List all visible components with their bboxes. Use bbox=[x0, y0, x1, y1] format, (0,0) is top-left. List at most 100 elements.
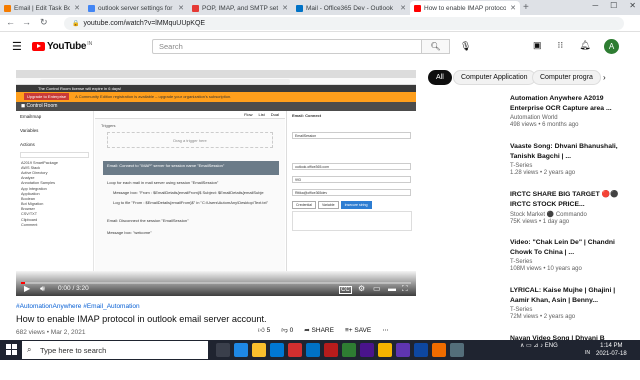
like-button[interactable]: 👍︎ 5 bbox=[258, 326, 270, 334]
apps-grid-icon[interactable]: ⁝⁝ bbox=[558, 40, 564, 51]
chip-computer-application[interactable]: Computer Application bbox=[453, 70, 536, 85]
recommendation-item[interactable]: Vaaste Song: Dhvani Bhanushali, Tanishk … bbox=[429, 142, 629, 188]
forward-icon[interactable]: → bbox=[22, 17, 31, 27]
teams-icon[interactable] bbox=[396, 343, 410, 357]
chevron-right-icon[interactable]: › bbox=[603, 73, 606, 82]
reload-icon[interactable]: ↻ bbox=[40, 17, 48, 28]
taskbar-apps bbox=[216, 343, 464, 357]
recommendation-info: LYRICAL: Kaise Mujhe | Ghajini | Aamir K… bbox=[510, 286, 629, 320]
flow-step-message: Message box: "From : $EmailDetails{email… bbox=[113, 190, 264, 195]
app-icon[interactable] bbox=[432, 343, 446, 357]
avatar[interactable]: A bbox=[604, 39, 619, 54]
share-icon: ➦ bbox=[304, 327, 310, 334]
thumbs-down-icon: 👎︎ bbox=[281, 327, 288, 334]
properties-title: Email: Connect bbox=[292, 113, 322, 118]
powerpoint-icon[interactable] bbox=[324, 343, 338, 357]
actions-panel: EmailImap Variables Actions A2019 SmartP… bbox=[16, 111, 94, 271]
recommendation-channel[interactable]: T-Series bbox=[510, 259, 629, 265]
tray-icons[interactable]: ∧ ▭ ⊿ ♪ ENG bbox=[520, 342, 558, 349]
search-input[interactable]: Search bbox=[152, 39, 422, 54]
youtube-logo[interactable]: YouTube IN bbox=[32, 41, 92, 52]
browser-tab-5-active[interactable]: How to enable IMAP protocol in c✕ bbox=[410, 1, 520, 15]
video-hashtags[interactable]: #AutomationAnywhere #Email_Automation bbox=[16, 303, 416, 310]
windows-taskbar: ⌕ Type here to search ∧ ▭ ⊿ ♪ ENG 1:14 PM… bbox=[0, 340, 640, 360]
close-tab-icon[interactable]: ✕ bbox=[282, 4, 288, 12]
excel-icon[interactable] bbox=[342, 343, 356, 357]
video-info: #AutomationAnywhere #Email_Automation Ho… bbox=[16, 303, 416, 324]
recommendation-item[interactable]: Video: "Chak Lein De" | Chandni Chowk To… bbox=[429, 238, 629, 284]
hamburger-menu-icon[interactable]: ☰ bbox=[12, 40, 22, 53]
edge-icon[interactable] bbox=[234, 343, 248, 357]
progress-bar[interactable] bbox=[21, 282, 411, 284]
captions-icon[interactable]: CC bbox=[339, 286, 352, 294]
task-name: EmailImap bbox=[20, 114, 42, 119]
onenote-icon[interactable] bbox=[360, 343, 374, 357]
url-input[interactable]: 🔒 youtube.com/watch?v=lMMquUUpKQE bbox=[64, 17, 624, 30]
share-button[interactable]: ➦ SHARE bbox=[304, 326, 334, 334]
video-player[interactable]: The Control Room license will expire in … bbox=[16, 70, 416, 296]
word-icon[interactable] bbox=[414, 343, 428, 357]
recommendation-channel[interactable]: Automation World bbox=[510, 115, 629, 121]
recommendation-item[interactable]: Automation Anywhere A2019 Enterprise OCR… bbox=[429, 94, 629, 140]
close-window-icon[interactable]: ✕ bbox=[629, 1, 636, 10]
recommendation-item[interactable]: LYRICAL: Kaise Mujhe | Ghajini | Aamir K… bbox=[429, 286, 629, 332]
app-icon[interactable] bbox=[450, 343, 464, 357]
save-label: SAVE bbox=[354, 326, 372, 334]
recommendation-channel[interactable]: T-Series bbox=[510, 307, 629, 313]
recommendation-title[interactable]: Automation Anywhere A2019 Enterprise OCR… bbox=[510, 94, 629, 114]
minimize-icon[interactable]: ─ bbox=[592, 1, 598, 10]
close-tab-icon[interactable]: ✕ bbox=[74, 4, 80, 12]
share-label: SHARE bbox=[311, 327, 334, 334]
recommendation-title[interactable]: IRCTC SHARE BIG TARGET 🔴⚫ IRCTC STOCK PR… bbox=[510, 190, 629, 210]
chip-all[interactable]: All bbox=[428, 70, 452, 85]
task-view-icon[interactable] bbox=[216, 343, 230, 357]
browser-tab-1[interactable]: Email | Edit Task Bot | Control R✕ bbox=[0, 1, 84, 15]
new-tab-button[interactable]: + bbox=[523, 2, 529, 13]
chrome-icon[interactable] bbox=[378, 343, 392, 357]
office-icon[interactable] bbox=[288, 343, 302, 357]
flow-step-log: Log to file "From : $EmailDetails{emailF… bbox=[113, 200, 269, 205]
player-controls: ▶ 🔊︎ 0:00 / 3:20 CC ⚙ ▭ ▬ ⛶ bbox=[16, 271, 416, 296]
port-field: 993 bbox=[292, 176, 411, 183]
close-tab-icon[interactable]: ✕ bbox=[178, 4, 184, 12]
create-video-icon[interactable]: ▣ bbox=[533, 40, 542, 51]
back-icon[interactable]: ← bbox=[6, 17, 15, 27]
outlook-icon[interactable] bbox=[306, 343, 320, 357]
trigger-dropzone: Drag a trigger here bbox=[107, 132, 273, 148]
recommendation-item[interactable]: IRCTC SHARE BIG TARGET 🔴⚫ IRCTC STOCK PR… bbox=[429, 190, 629, 236]
settings-gear-icon[interactable]: ⚙ bbox=[358, 284, 365, 293]
volume-icon[interactable]: 🔊︎ bbox=[40, 284, 45, 294]
recommendation-channel[interactable]: T-Series bbox=[510, 163, 629, 169]
credential-type-buttons: Credential Variable Insecure string bbox=[292, 201, 372, 209]
dislike-button[interactable]: 👎︎ 0 bbox=[281, 326, 293, 334]
microphone-icon[interactable]: 🎙︎ bbox=[460, 41, 471, 52]
store-icon[interactable] bbox=[270, 343, 284, 357]
browser-tab-2[interactable]: outlook server settings for IMA ✕ bbox=[84, 1, 188, 15]
search-button[interactable]: 🔍︎ bbox=[422, 39, 450, 54]
maximize-icon[interactable]: ☐ bbox=[610, 1, 617, 10]
notifications-bell-icon[interactable]: 🔔︎ bbox=[579, 40, 590, 51]
recommendation-channel[interactable]: Stock Market ⚫ Commando bbox=[510, 211, 629, 218]
search-placeholder: Search bbox=[159, 42, 183, 51]
windows-start-icon[interactable] bbox=[6, 344, 18, 356]
file-explorer-icon[interactable] bbox=[252, 343, 266, 357]
browser-tab-3[interactable]: POP, IMAP, and SMTP settings fo ✕ bbox=[188, 1, 292, 15]
close-tab-icon[interactable]: ✕ bbox=[400, 4, 406, 12]
miniplayer-icon[interactable]: ▭ bbox=[373, 284, 381, 293]
fullscreen-icon[interactable]: ⛶ bbox=[402, 284, 408, 294]
taskbar-search-input[interactable]: ⌕ Type here to search bbox=[22, 341, 208, 359]
url-text: youtube.com/watch?v=lMMquUUpKQE bbox=[83, 20, 206, 27]
theater-mode-icon[interactable]: ▬ bbox=[388, 284, 396, 293]
browser-tab-4[interactable]: Mail - Office365 Dev - Outlook ✕ bbox=[292, 1, 410, 15]
save-button[interactable]: ≡+ SAVE bbox=[345, 327, 371, 334]
play-icon[interactable]: ▶ bbox=[24, 284, 30, 293]
variable-btn: Variable bbox=[317, 201, 339, 209]
chip-computer-programming[interactable]: Computer progra bbox=[532, 70, 601, 85]
close-tab-icon[interactable]: ✕ bbox=[510, 4, 516, 12]
header-actions: ▣ ⁝⁝ 🔔︎ bbox=[533, 40, 591, 51]
recommendation-title[interactable]: Vaaste Song: Dhvani Bhanushali, Tanishk … bbox=[510, 142, 629, 162]
more-options-icon[interactable]: ⋯ bbox=[382, 326, 389, 334]
recommendation-title[interactable]: LYRICAL: Kaise Mujhe | Ghajini | Aamir K… bbox=[510, 286, 629, 306]
taskbar-clock[interactable]: 1:14 PM 2021-07-18 bbox=[596, 342, 627, 358]
recommendation-title[interactable]: Video: "Chak Lein De" | Chandni Chowk To… bbox=[510, 238, 629, 258]
